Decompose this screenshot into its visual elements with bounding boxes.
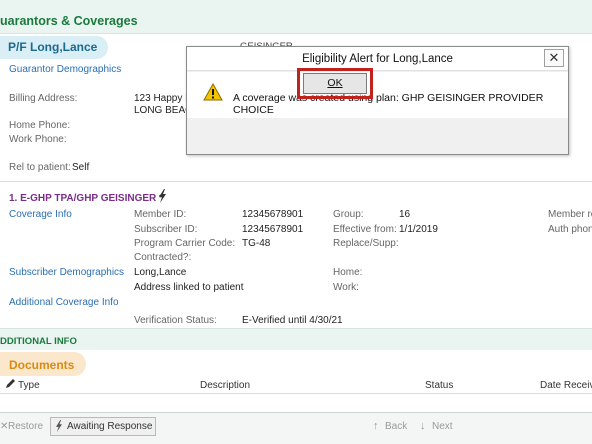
column-header-date[interactable]: Date Receive [540,380,592,391]
column-header-description[interactable]: Description [200,380,250,391]
effective-from-label: Effective from: [333,224,397,235]
coverage-title: 1. E-GHP TPA/GHP GEISINGER * [9,193,163,204]
dialog-body: A coverage was created using plan: GHP G… [187,72,568,118]
column-header-type[interactable]: Type [18,380,40,391]
group-value: 16 [399,209,411,220]
dialog-titlebar: Eligibility Alert for Long,Lance ✕ [187,47,568,71]
arrow-up-icon: ↑ [373,420,379,432]
next-button[interactable]: Next [432,421,453,432]
column-header-status[interactable]: Status [425,380,453,391]
subscriber-name: Long,Lance [134,267,187,278]
guarantor-demographics-link[interactable]: Guarantor Demographics [9,64,121,75]
section-title: uarantors & Coverages [0,14,138,28]
dialog-message: A coverage was created using plan: GHP G… [233,92,544,116]
program-carrier-value: TG-48 [242,238,271,249]
rel-to-patient-value: Self [72,162,90,173]
subscriber-demographics-link[interactable]: Subscriber Demographics [9,267,124,278]
member-rel-label: Member re [548,209,592,220]
billing-address-label: Billing Address: [9,93,78,104]
home-label: Home: [333,267,363,278]
work-phone-label: Work Phone: [9,134,67,145]
additional-info-title: DDITIONAL INFO [0,336,77,347]
ok-button[interactable]: OK [303,73,367,94]
coverage-info-link[interactable]: Coverage Info [9,209,72,220]
subscriber-id-label: Subscriber ID: [134,224,198,235]
effective-from-value: 1/1/2019 [399,224,438,235]
guarantor-name: P/F Long,Lance [8,40,98,54]
awaiting-label: Awaiting Response [67,421,153,432]
subscriber-id-value: 12345678901 [242,224,304,235]
documents-title: Documents [9,358,75,372]
warning-icon [203,82,223,104]
group-label: Group: [333,209,364,220]
replace-supp-label: Replace/Supp: [333,238,399,249]
arrow-down-icon: ↓ [420,420,426,432]
auth-phone-label: Auth phon [548,224,592,235]
divider [0,181,592,182]
program-carrier-label: Program Carrier Code: [134,238,236,249]
additional-coverage-info-link[interactable]: Additional Coverage Info [9,297,119,308]
rel-to-patient-label: Rel to patient: [9,162,71,173]
address-linked-note: Address linked to patient [134,282,244,293]
verification-status-label: Verification Status: [134,315,217,326]
contracted-label: Contracted?: [134,252,192,263]
back-button[interactable]: Back [385,421,407,432]
billing-address-line1: 123 Happy L [134,93,191,104]
additional-info-bar [0,328,592,350]
restore-button[interactable]: Restore [8,421,43,432]
documents-divider [0,393,592,394]
member-id-label: Member ID: [134,209,187,220]
home-phone-label: Home Phone: [9,120,71,131]
billing-address-line2: LONG BEAC [134,105,193,116]
work-label: Work: [333,282,359,293]
verification-status-value: E-Verified until 4/30/21 [242,315,343,326]
lightning-icon [158,189,167,206]
member-id-value: 12345678901 [242,209,304,220]
awaiting-response-button[interactable]: Awaiting Response [50,417,156,436]
close-icon[interactable]: ✕ [544,49,564,67]
dialog-title: Eligibility Alert for Long,Lance [302,53,453,65]
pencil-icon [5,378,16,392]
lightning-icon [55,420,63,435]
eligibility-alert-dialog: Eligibility Alert for Long,Lance ✕ A cov… [186,46,569,155]
